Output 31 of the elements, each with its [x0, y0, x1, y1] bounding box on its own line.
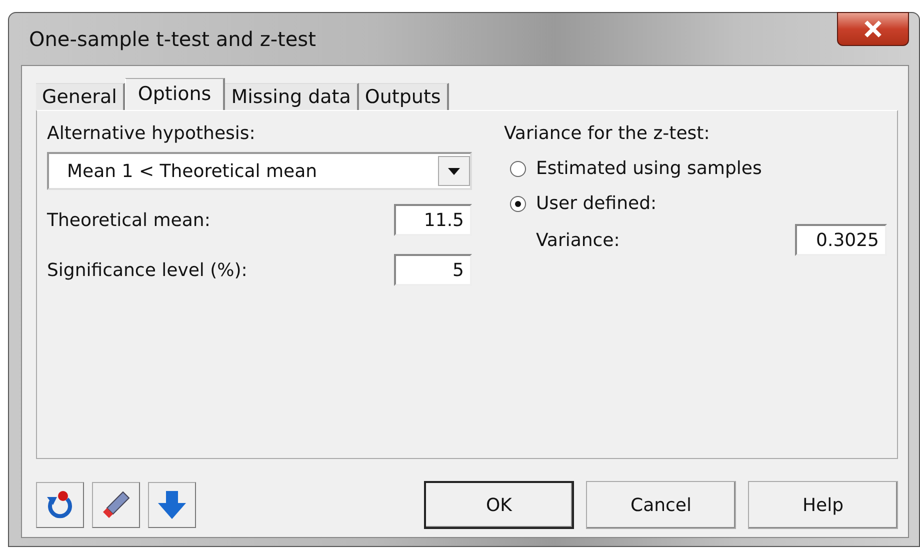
tab[interactable]: General: [36, 83, 125, 110]
group-label: Variance for the z-test:: [504, 123, 711, 144]
field-label: Variance:: [536, 230, 620, 250]
radio-label: User defined:: [536, 193, 657, 214]
hypothesis-dropdown[interactable]: Mean 1 < Theoretical mean: [47, 152, 472, 190]
close-button[interactable]: [837, 12, 909, 46]
dialog-button[interactable]: OK: [424, 481, 574, 529]
tool-button[interactable]: [92, 482, 140, 528]
down-arrow-icon: [157, 489, 187, 521]
input-field[interactable]: 0.3025: [795, 224, 887, 256]
close-icon: [862, 20, 884, 38]
radio-button[interactable]: [510, 196, 526, 212]
field-label: Alternative hypothesis:: [47, 123, 256, 144]
tab[interactable]: Options: [124, 78, 226, 111]
reset-icon: [45, 489, 75, 521]
dialog-button[interactable]: Help: [748, 481, 898, 529]
tool-button[interactable]: [148, 482, 196, 528]
tab[interactable]: Outputs: [358, 83, 449, 110]
tab[interactable]: Missing data: [225, 83, 359, 110]
field-label: Theoretical mean:: [47, 210, 210, 230]
radio-label: Estimated using samples: [536, 158, 762, 179]
input-field[interactable]: 11.5: [394, 204, 472, 236]
dropdown-button[interactable]: [438, 156, 470, 186]
field-label: Significance level (%):: [47, 260, 248, 280]
dialog-button[interactable]: Cancel: [586, 481, 736, 529]
input-field[interactable]: 5: [394, 254, 472, 286]
window-title: One-sample t-test and z-test: [29, 27, 316, 51]
tool-button[interactable]: [36, 482, 84, 528]
caret-icon: [448, 168, 460, 174]
eraser-icon: [101, 490, 131, 520]
radio-button[interactable]: [510, 160, 526, 176]
